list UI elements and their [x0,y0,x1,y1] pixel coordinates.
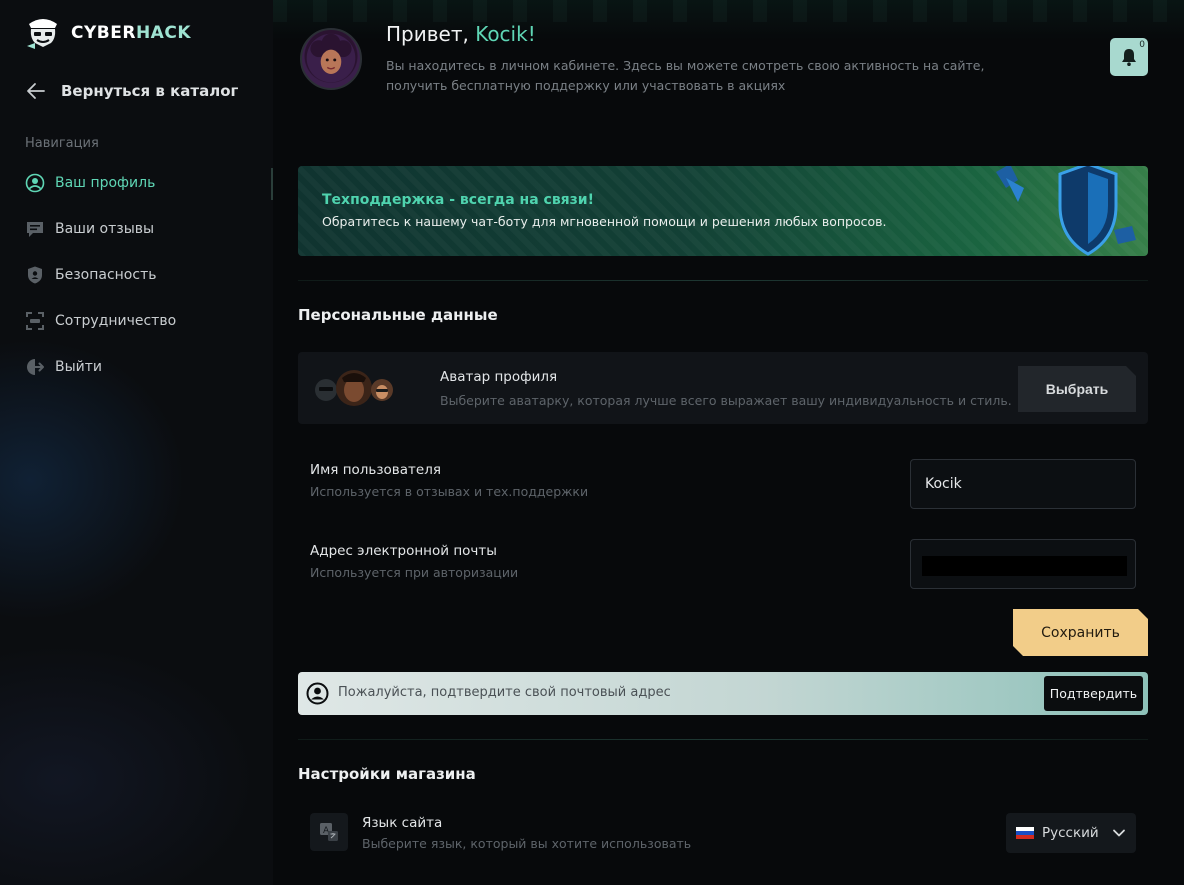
avatar-options-preview [315,370,393,406]
sidebar-item-label: Сотрудничество [55,313,177,329]
page-title: Привет, Kocik! [386,22,536,46]
choose-avatar-button[interactable]: Выбрать [1018,366,1136,412]
avatar-subtitle: Выберите аватарку, которая лучше всего в… [440,393,1012,408]
sidebar-item-profile[interactable]: Ваш профиль [25,173,155,193]
sidebar-item-logout[interactable]: Выйти [25,357,102,377]
verification-message: Пожалуйста, подтвердите свой почтовый ад… [338,685,671,700]
language-title: Язык сайта [362,815,443,831]
save-button[interactable]: Сохранить [1013,609,1148,656]
user-avatar[interactable] [300,28,362,90]
avatar-title: Аватар профиля [440,369,558,385]
username-hint: Используется в отзывах и тех.поддержки [310,484,589,499]
language-subtitle: Выберите язык, который вы хотите использ… [362,836,692,851]
username-label: Имя пользователя [310,462,441,478]
brand-name: CYBERHACK [71,23,191,43]
russia-flag-icon [1016,827,1034,839]
email-label: Адрес электронной почты [310,543,497,559]
back-to-catalog-link[interactable]: Вернуться в каталог [25,80,238,102]
sidebar-item-label: Ваш профиль [55,175,156,191]
notifications-button[interactable]: 0 [1110,38,1148,76]
section-divider [298,280,1148,281]
chevron-down-icon [1113,829,1125,837]
avatar-settings-card: Аватар профиля Выберите аватарку, котора… [298,352,1148,424]
section-divider [298,739,1148,740]
notification-count: 0 [1139,40,1145,50]
hacker-mask-icon [27,19,57,49]
avatar-face-icon [306,33,356,83]
logout-icon [27,359,44,375]
sidebar-item-label: Безопасность [55,267,157,283]
username-highlight: Kocik! [475,22,536,46]
nav-heading: Навигация [25,136,99,151]
arrow-left-icon [27,83,45,99]
sidebar: CYBERHACK Вернуться в каталог Навигация … [0,0,273,885]
language-select[interactable]: Русский [1006,813,1136,853]
username-input[interactable] [910,459,1136,509]
personal-data-heading: Персональные данные [298,306,498,324]
sidebar-item-partnership[interactable]: Сотрудничество [25,311,176,331]
shield-illustration-icon [996,166,1136,256]
redacted-email [922,556,1127,576]
logo[interactable]: CYBERHACK [25,16,191,50]
confirm-email-button[interactable]: Подтвердить [1044,676,1143,711]
shop-settings-heading: Настройки магазина [298,765,476,783]
header-pattern [273,0,1184,22]
email-hint: Используется при авторизации [310,565,519,580]
main-content: Привет, Kocik! Вы находитесь в личном ка… [273,0,1184,885]
translate-icon: A [320,823,338,841]
sidebar-item-label: Ваши отзывы [55,221,155,237]
banner-text: Обратитесь к нашему чат-боту для мгновен… [322,214,887,229]
email-verification-bar: Пожалуйста, подтвердите свой почтовый ад… [298,672,1148,715]
chat-bubble-icon [27,222,43,237]
sidebar-item-reviews[interactable]: Ваши отзывы [25,219,154,239]
shield-icon [28,266,42,284]
bell-icon [1122,49,1136,66]
sidebar-item-label: Выйти [55,359,103,375]
user-circle-icon [306,682,329,705]
support-banner[interactable]: Техподдержка - всегда на связи! Обратите… [298,166,1148,256]
sidebar-item-security[interactable]: Безопасность [25,265,156,285]
user-circle-icon [25,173,45,193]
back-link-label: Вернуться в каталог [61,82,239,100]
header-subtitle: Вы находитесь в личном кабинете. Здесь в… [386,58,985,93]
banner-title: Техподдержка - всегда на связи! [322,192,595,208]
language-selected-value: Русский [1042,825,1099,841]
handshake-icon [26,312,44,330]
language-icon-box: A [310,813,348,851]
